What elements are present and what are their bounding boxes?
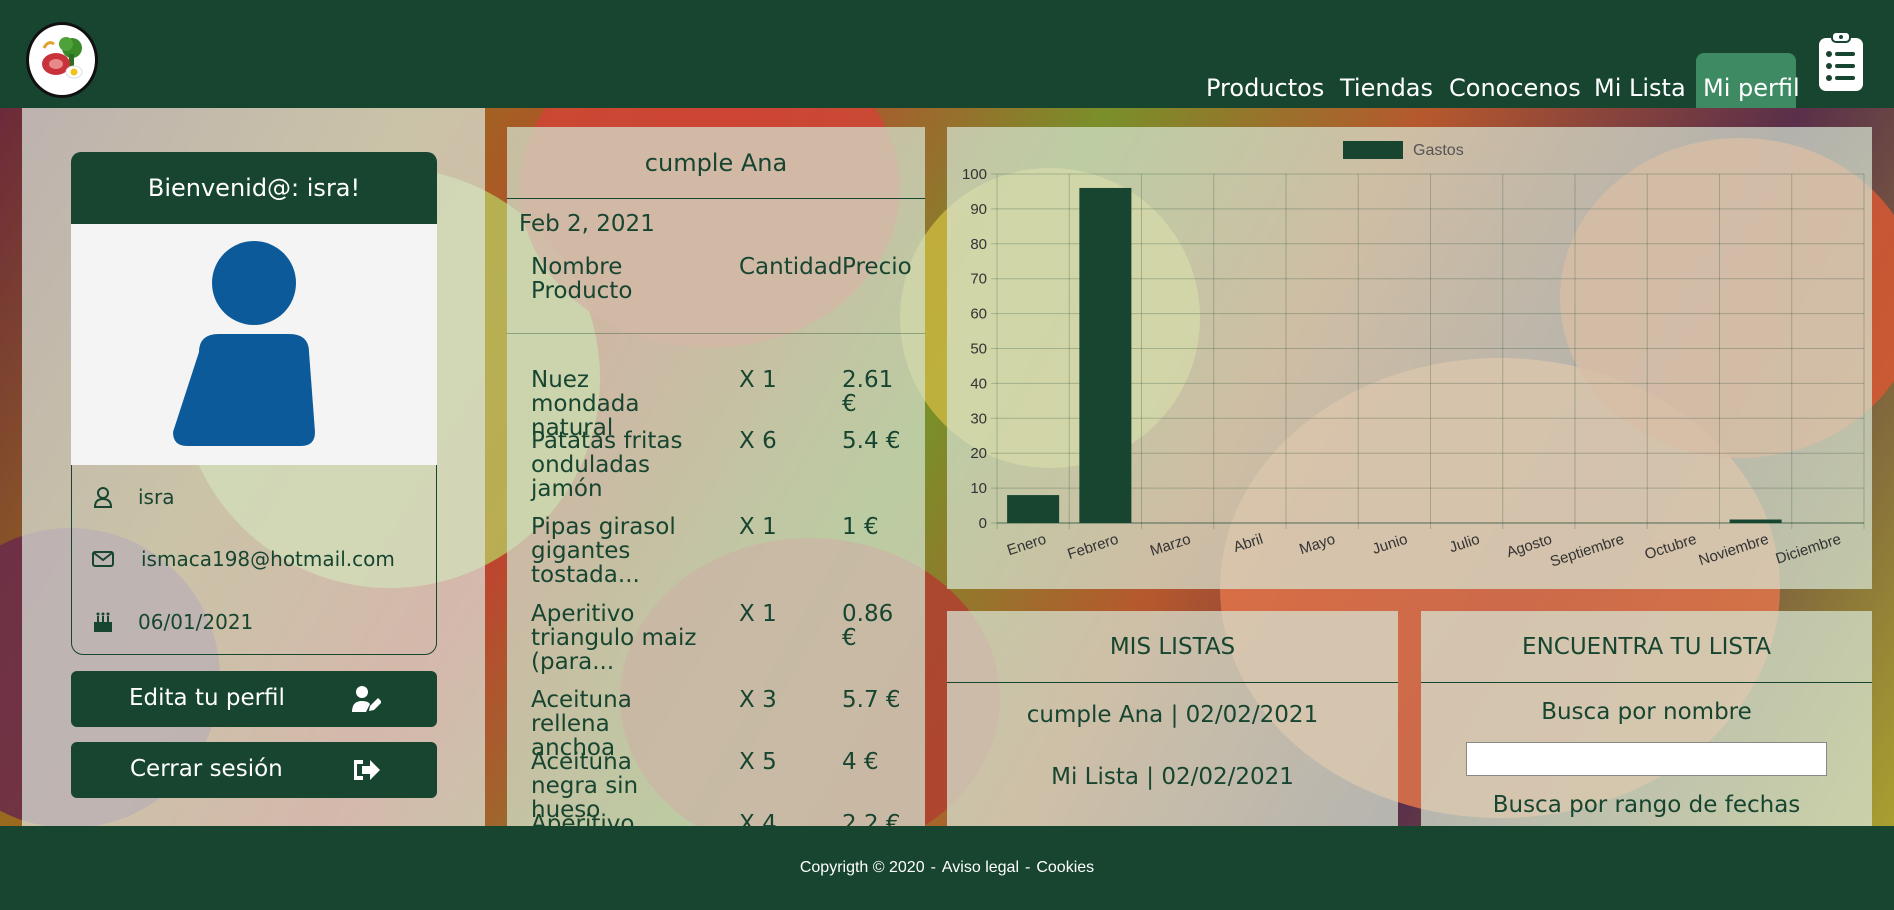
legal-link[interactable]: Aviso legal (942, 859, 1019, 877)
profile-info-card: isra ismaca198@hotmail.com 06/01/2021 (71, 465, 437, 655)
logout-button[interactable]: Cerrar sesión (71, 742, 437, 798)
birthday-cake-icon (94, 612, 112, 632)
product-qty: X 4 (739, 811, 777, 826)
x-tick-label: Noviembre (1697, 531, 1771, 570)
expenses-bar-chart: 0 10 20 30 40 50 60 70 80 90 100 Enero Febrero Marzo A… (962, 141, 1865, 571)
nav-tiendas[interactable]: Tiendas (1340, 74, 1433, 102)
y-tick-label: 0 (979, 515, 987, 532)
copyright-text: Copyrigth © 2020 (799, 859, 925, 876)
bar (1007, 495, 1060, 523)
legend-swatch (1343, 141, 1403, 159)
x-tick-label: Octubre (1643, 531, 1699, 564)
y-tick-label: 20 (970, 445, 987, 462)
list-date: Feb 2, 2021 (519, 211, 655, 237)
y-tick-label: 90 (970, 201, 987, 218)
product-price: 1 € (842, 514, 879, 540)
email-row: ismaca198@hotmail.com (72, 539, 438, 579)
x-tick-label: Marzo (1148, 531, 1193, 560)
product-qty: X 1 (739, 601, 777, 627)
search-name-input[interactable] (1466, 742, 1827, 776)
edit-profile-button[interactable]: Edita tu perfil (71, 671, 437, 727)
y-tick-label: 10 (970, 480, 987, 497)
user-avatar-icon (173, 241, 315, 446)
product-price: 4 € (842, 749, 879, 775)
y-tick-label: 80 (970, 236, 987, 253)
search-by-date-label: Busca por rango de fechas (1492, 792, 1801, 818)
expenses-chart-panel: 0 10 20 30 40 50 60 70 80 90 100 Enero Febrero Marzo A… (947, 127, 1872, 589)
logo[interactable] (26, 22, 98, 98)
birthday-row: 06/01/2021 (72, 602, 438, 642)
find-list-panel: ENCUENTRA TU LISTA Busca por nombre Busc… (1421, 611, 1872, 826)
find-list-title: ENCUENTRA TU LISTA (1421, 611, 1872, 683)
search-by-name-label: Busca por nombre (1541, 699, 1752, 725)
avatar (71, 224, 437, 465)
product-price: 2.61 € (842, 367, 894, 417)
product-name: Aperitivo cono... (531, 811, 635, 826)
list-detail-panel: cumple Ana Feb 2, 2021 Nombre Producto C… (507, 127, 925, 826)
nav-productos[interactable]: Productos (1206, 74, 1324, 102)
food-logo-icon (42, 37, 83, 79)
x-tick-label: Septiembre (1548, 531, 1626, 571)
product-price: 5.4 € (842, 428, 901, 454)
column-header-price: Precio (842, 254, 912, 280)
sign-out-icon (354, 760, 380, 780)
bar (1079, 187, 1132, 523)
product-name: Patatas fritas onduladas jamón (531, 428, 683, 502)
product-price: 2.2 € (842, 811, 901, 826)
product-name: Aperitivo triangulo maiz (para... (531, 601, 697, 675)
x-tick-label: Febrero (1065, 531, 1120, 563)
x-tick-label: Abril (1231, 531, 1265, 556)
x-tick-label: Mayo (1297, 531, 1337, 559)
product-qty: X 6 (739, 428, 777, 454)
bar (1729, 519, 1782, 523)
x-tick-label: Diciembre (1774, 531, 1843, 568)
username-text: isra (138, 485, 175, 509)
user-edit-icon (352, 686, 381, 712)
y-tick-label: 30 (970, 410, 987, 427)
y-tick-label: 40 (970, 375, 987, 392)
header-divider (507, 333, 925, 334)
nav-mi-lista[interactable]: Mi Lista (1594, 74, 1686, 102)
list-title: cumple Ana (507, 127, 925, 199)
footer-separator: - (930, 859, 936, 876)
username-row: isra (72, 477, 438, 517)
column-header-name: Nombre Producto (531, 254, 633, 304)
welcome-header: Bienvenid@: isra! (71, 152, 437, 224)
product-qty: X 1 (739, 514, 777, 540)
product-qty: X 1 (739, 367, 777, 393)
product-price: 5.7 € (842, 687, 901, 713)
edit-profile-label: Edita tu perfil (129, 685, 285, 711)
footer-separator: - (1025, 859, 1031, 876)
birthday-text: 06/01/2021 (138, 610, 254, 634)
email-text: ismaca198@hotmail.com (141, 547, 395, 571)
y-tick-label: 100 (962, 166, 987, 183)
list-link-item[interactable]: cumple Ana | 02/02/2021 (947, 702, 1398, 728)
y-tick-label: 50 (970, 341, 987, 358)
x-tick-label: Junio (1370, 531, 1409, 558)
nav-conocenos[interactable]: Conocenos (1449, 74, 1581, 102)
product-price: 0.86 € (842, 601, 894, 651)
legend-label: Gastos (1413, 142, 1464, 159)
cookies-link[interactable]: Cookies (1036, 859, 1094, 877)
y-tick-label: 60 (970, 306, 987, 323)
x-tick-label: Enero (1005, 531, 1048, 560)
x-tick-label: Agosto (1504, 531, 1554, 562)
user-icon (93, 487, 113, 508)
my-lists-panel: MIS LISTAS cumple Ana | 02/02/2021 Mi Li… (947, 611, 1398, 826)
my-lists-title: MIS LISTAS (947, 611, 1398, 683)
footer: Copyrigth © 2020 - Aviso legal - Cookies (0, 826, 1894, 910)
column-header-qty: Cantidad (739, 254, 843, 280)
y-tick-label: 70 (970, 271, 987, 288)
product-name: Pipas girasol gigantes tostada... (531, 514, 676, 588)
x-tick-label: Julio (1447, 531, 1482, 557)
nav-mi-perfil[interactable]: Mi perfil (1703, 74, 1800, 102)
product-qty: X 5 (739, 749, 777, 775)
clipboard-list-icon[interactable] (1818, 30, 1864, 92)
list-link-item[interactable]: Mi Lista | 02/02/2021 (947, 764, 1398, 790)
top-navbar: Productos Tiendas Conocenos Mi Lista Mi … (0, 0, 1894, 108)
envelope-icon (92, 551, 114, 567)
product-qty: X 3 (739, 687, 777, 713)
logout-label: Cerrar sesión (130, 756, 283, 782)
